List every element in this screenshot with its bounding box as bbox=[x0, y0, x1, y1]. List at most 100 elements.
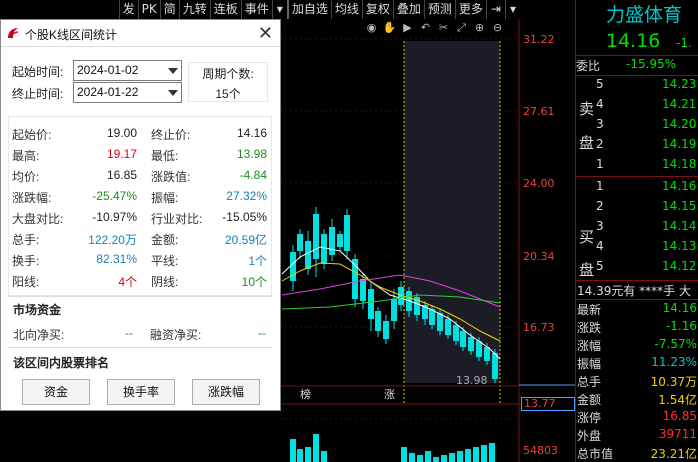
divider bbox=[576, 299, 698, 300]
candle-body bbox=[476, 341, 482, 357]
menu-item[interactable]: 事件 bbox=[240, 0, 272, 19]
stat-value: 122.20万 bbox=[88, 233, 137, 247]
zoom-in-icon[interactable]: ⊕ bbox=[472, 21, 487, 35]
divider bbox=[576, 55, 698, 56]
ask-row[interactable]: 3 14.20 bbox=[576, 117, 698, 137]
menu-item[interactable]: 连板 bbox=[209, 0, 241, 19]
undo-icon[interactable]: ↶ bbox=[418, 21, 433, 35]
menu-item[interactable]: 复权 bbox=[361, 0, 393, 19]
quote-field-row: 涨幅 -7.57% bbox=[576, 337, 698, 357]
rank-by-change-button[interactable]: 涨跌幅 bbox=[192, 379, 260, 405]
bid-row[interactable]: 1 14.16 bbox=[576, 179, 698, 199]
bid-row[interactable]: 3 14.14 bbox=[576, 219, 698, 239]
volume-bar bbox=[489, 443, 495, 462]
candle-body bbox=[368, 289, 374, 319]
ask-row[interactable]: 5 14.23 bbox=[576, 77, 698, 97]
volume-bar bbox=[465, 449, 471, 462]
divider bbox=[576, 280, 698, 281]
stat-value: -15.05% bbox=[222, 210, 267, 224]
stat-label: 平线: bbox=[151, 254, 179, 268]
menu-item[interactable]: 更多 bbox=[454, 0, 486, 19]
price-tick: 24.00 bbox=[523, 177, 555, 190]
quote-field-row: 涨跌 -1.16 bbox=[576, 319, 698, 339]
volume-bar bbox=[321, 451, 327, 462]
level-index: 1 bbox=[596, 179, 604, 193]
quote-field-label: 涨停 bbox=[577, 411, 602, 425]
stat-label: 最高: bbox=[12, 149, 40, 163]
volume-bar bbox=[481, 445, 487, 462]
chevron-down-icon[interactable]: ▾ bbox=[504, 0, 520, 19]
bid-row[interactable]: 5 14.12 bbox=[576, 259, 698, 279]
menu-item[interactable]: 简 bbox=[159, 0, 179, 19]
hand-icon[interactable]: ✋ bbox=[382, 21, 397, 35]
close-icon[interactable]: ✕ bbox=[258, 23, 273, 43]
candle-body bbox=[492, 353, 498, 379]
scissors-icon[interactable]: ✂ bbox=[436, 21, 451, 35]
chevron-down-icon[interactable] bbox=[168, 90, 178, 96]
stock-change: -1. bbox=[676, 36, 692, 50]
weibi-label: 委比 bbox=[576, 59, 601, 73]
ask-row[interactable]: 1 14.18 bbox=[576, 157, 698, 177]
event-marker[interactable]: 涨 bbox=[384, 386, 395, 402]
quote-field-row: 最新 14.16 bbox=[576, 301, 698, 321]
candle-body bbox=[391, 299, 397, 321]
candle-body bbox=[297, 234, 303, 251]
play-icon[interactable]: ▶ bbox=[400, 21, 415, 35]
candle-body bbox=[453, 325, 459, 341]
menu-item[interactable]: 预测 bbox=[423, 0, 455, 19]
event-marker[interactable]: 榜 bbox=[300, 386, 311, 402]
candle-body bbox=[445, 319, 451, 335]
divider bbox=[8, 347, 272, 348]
dialog-title: 个股K线区间统计 bbox=[25, 28, 118, 42]
dialog-titlebar[interactable]: 个股K线区间统计 ✕ bbox=[1, 20, 280, 47]
rank-by-turnover-button[interactable]: 换手率 bbox=[107, 379, 175, 405]
quote-field-label: 涨跌 bbox=[577, 321, 602, 335]
cycle-count-box: 周期个数: 15个 bbox=[188, 62, 268, 102]
menu-item[interactable]: 均线 bbox=[330, 0, 362, 19]
candle-body bbox=[484, 347, 490, 361]
low-price-label: 13.98 bbox=[456, 374, 488, 387]
bid-row[interactable]: 4 14.13 bbox=[576, 239, 698, 259]
rank-by-fund-button[interactable]: 资金 bbox=[22, 379, 90, 405]
ask-row[interactable]: 2 14.19 bbox=[576, 137, 698, 157]
toggle-panel-icon[interactable]: ⇥ bbox=[485, 0, 505, 19]
quote-field-row: 振幅 11.23% bbox=[576, 355, 698, 375]
ask-row[interactable]: 4 14.21 bbox=[576, 97, 698, 117]
menu-item[interactable]: 九转 bbox=[178, 0, 210, 19]
quote-field-label: 总市值 bbox=[577, 447, 614, 461]
stat-label: 大盘对比: bbox=[12, 212, 64, 226]
stock-name: 力盛体育 bbox=[606, 4, 683, 26]
chevron-down-icon[interactable]: ▾ bbox=[271, 0, 287, 19]
start-date-value: 2024-01-02 bbox=[77, 63, 139, 77]
level-price: 14.20 bbox=[662, 117, 697, 131]
zoom-out-icon[interactable]: ⊖ bbox=[490, 21, 505, 35]
divider bbox=[8, 296, 272, 297]
rank-title: 该区间内股票排名 bbox=[13, 356, 110, 370]
menu-item[interactable]: 发 bbox=[118, 0, 138, 19]
northbound-value: -- bbox=[125, 326, 133, 340]
stat-label: 换手: bbox=[12, 254, 40, 268]
level-price: 14.19 bbox=[662, 137, 697, 151]
stat-value: 10个 bbox=[241, 275, 267, 289]
quote-field-value: 23.21亿 bbox=[650, 447, 697, 461]
menu-item[interactable]: 叠加 bbox=[392, 0, 424, 19]
expand-icon[interactable]: ⤢ bbox=[454, 21, 469, 35]
stat-value: -25.47% bbox=[92, 189, 137, 203]
eye-icon[interactable]: ◉ bbox=[364, 21, 379, 35]
end-time-label: 终止时间: bbox=[12, 87, 64, 101]
start-time-label: 起始时间: bbox=[12, 65, 64, 79]
start-date-picker[interactable]: 2024-01-02 bbox=[73, 60, 182, 81]
stat-label: 涨跌幅: bbox=[12, 191, 52, 205]
bid-row[interactable]: 2 14.15 bbox=[576, 199, 698, 219]
stat-value: 19.00 bbox=[106, 126, 137, 140]
chevron-down-icon[interactable] bbox=[168, 68, 178, 74]
stat-label: 振幅: bbox=[151, 191, 179, 205]
quote-field-label: 总手 bbox=[577, 375, 602, 389]
quote-field-row: 金额 1.54亿 bbox=[576, 391, 698, 411]
menu-item[interactable]: PK bbox=[137, 0, 160, 19]
end-date-picker[interactable]: 2024-01-22 bbox=[73, 82, 182, 103]
level-price: 14.16 bbox=[662, 179, 697, 193]
menu-item[interactable]: 加自选 bbox=[286, 0, 331, 19]
quote-field-label: 外盘 bbox=[577, 429, 602, 443]
quote-field-label: 最新 bbox=[577, 303, 602, 317]
